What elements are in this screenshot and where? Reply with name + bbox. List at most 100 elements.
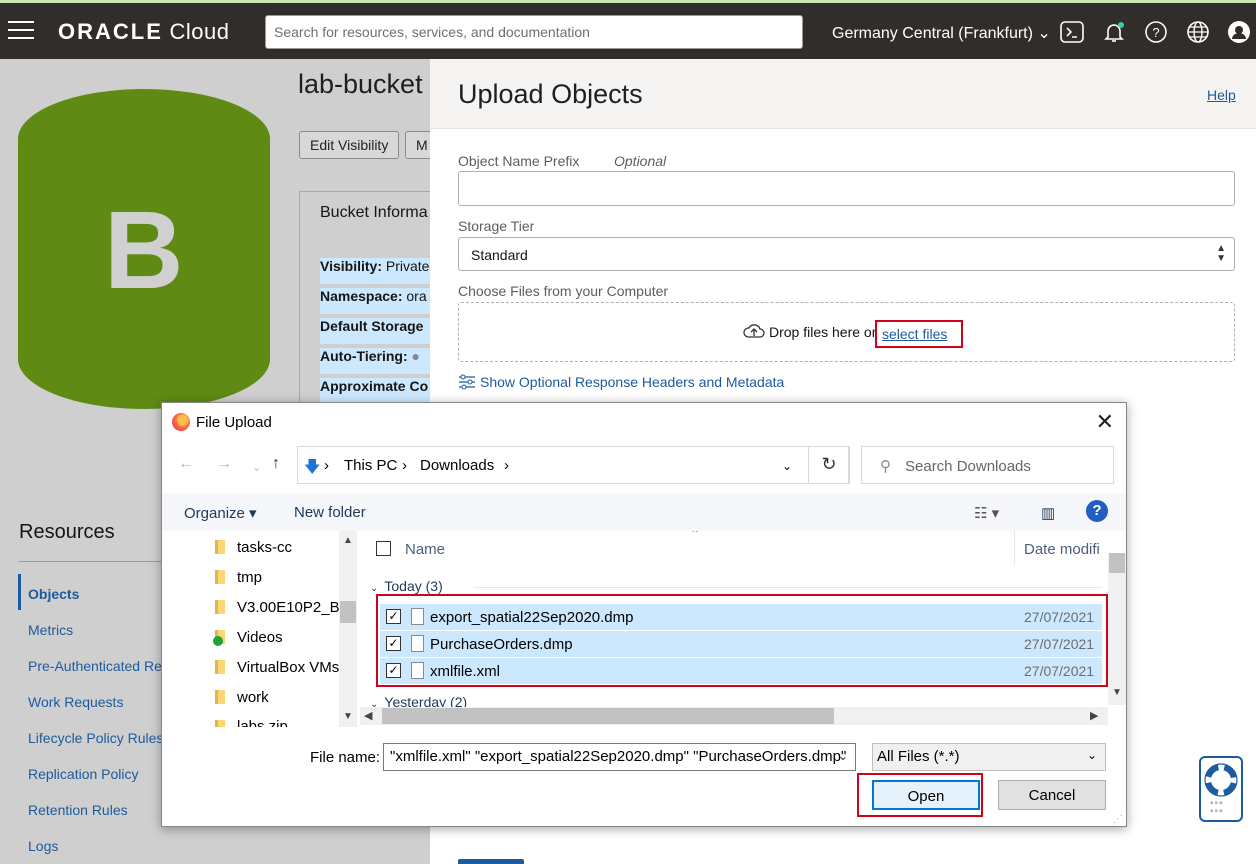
info-row-visibility: Visibility: Private [320, 258, 430, 284]
files-highlight-box [376, 594, 1108, 687]
resource-link-replication[interactable]: Replication Policy [28, 766, 139, 782]
storage-tier-label: Storage Tier [458, 218, 535, 234]
column-divider [1014, 531, 1015, 565]
resource-link-metrics[interactable]: Metrics [28, 622, 73, 638]
file-type-select[interactable]: All Files (*.*) ⌄ [872, 743, 1106, 771]
address-dropdown-icon[interactable]: ⌄ [782, 459, 792, 473]
tree-item-videos[interactable]: Videos [237, 629, 283, 646]
panel-title: Upload Objects [458, 79, 643, 109]
show-optional-headers-link[interactable]: Show Optional Response Headers and Metad… [458, 374, 784, 393]
refresh-icon[interactable]: ↻ [808, 446, 850, 484]
folder-icon [215, 660, 225, 674]
global-search-input[interactable]: Search for resources, services, and docu… [265, 15, 803, 49]
panel-upload-button-edge[interactable] [458, 859, 524, 864]
folder-icon [215, 720, 225, 727]
page-title: lab-bucket [298, 69, 423, 99]
folder-icon [215, 570, 225, 584]
resource-link-preauth[interactable]: Pre-Authenticated Re [28, 658, 162, 674]
group-today[interactable]: ⌄ Today (3) [370, 578, 443, 594]
list-horizontal-scrollbar[interactable]: ◀ ▶ [360, 707, 1108, 725]
menu-icon[interactable] [8, 21, 34, 41]
move-resource-button[interactable]: M [405, 131, 430, 159]
resource-link-work-requests[interactable]: Work Requests [28, 694, 123, 710]
preview-pane-icon[interactable]: ▥ [1041, 504, 1055, 522]
help-link[interactable]: Help [1207, 87, 1236, 103]
user-profile-icon[interactable] [1227, 20, 1251, 44]
tree-item-v3[interactable]: V3.00E10P2_Bu [237, 599, 348, 616]
dialog-title: File Upload [196, 414, 272, 431]
new-folder-button[interactable]: New folder [294, 504, 366, 521]
dropdown-chevron-icon: ⌄ [1086, 748, 1097, 762]
select-arrows-icon: ▲ ▼ [1216, 243, 1226, 264]
close-icon[interactable]: ✕ [1096, 409, 1114, 435]
cancel-button[interactable]: Cancel [998, 780, 1106, 810]
resource-link-lifecycle[interactable]: Lifecycle Policy Rules [28, 730, 163, 746]
tree-item-labs-zip[interactable]: labs.zip [237, 718, 288, 727]
resource-link-retention[interactable]: Retention Rules [28, 802, 128, 818]
grid-dots-icon: ▪▪▪ ▪▪▪ [1210, 798, 1224, 817]
object-name-prefix-input[interactable] [458, 171, 1235, 206]
forward-arrow-icon[interactable]: → [216, 455, 232, 473]
downloads-folder-icon: 🡇 [304, 459, 321, 476]
column-name[interactable]: Name [405, 541, 445, 558]
group-divider [474, 587, 1102, 588]
dialog-help-icon[interactable]: ? [1086, 500, 1108, 522]
tree-item-tasks-cc[interactable]: tasks-cc [237, 539, 292, 556]
upload-cloud-icon [743, 323, 765, 342]
tree-scrollbar[interactable]: ▲ ▼ [339, 531, 357, 727]
breadcrumb-this-pc[interactable]: This PC [344, 457, 397, 474]
notifications-bell-icon[interactable] [1102, 20, 1126, 44]
svg-text:?: ? [1152, 25, 1159, 40]
tree-item-tmp[interactable]: tmp [237, 569, 262, 586]
info-header: Bucket Informa [320, 204, 428, 221]
oracle-cloud-logo[interactable]: ORACLE Cloud [58, 19, 229, 45]
view-options-icon[interactable]: ☷ ▾ [974, 504, 999, 522]
folder-icon [215, 600, 225, 614]
list-vertical-scrollbar[interactable]: ▼ [1108, 553, 1126, 705]
address-bar[interactable]: 🡇 › This PC › Downloads › ⌄ [297, 446, 849, 484]
search-downloads-input[interactable]: ⚲ Search Downloads [861, 446, 1114, 484]
file-drop-zone[interactable]: Drop files here or select files [458, 302, 1235, 362]
folder-tree: tasks-cc tmp V3.00E10P2_Bu Videos Virtua… [163, 531, 359, 727]
resource-link-objects[interactable]: Objects [28, 586, 79, 602]
file-name-input[interactable]: "xmlfile.xml" "export_spatial22Sep2020.d… [383, 743, 856, 771]
storage-tier-select[interactable]: Standard ▲ ▼ [458, 237, 1235, 271]
up-arrow-icon[interactable]: ↑ [272, 455, 280, 473]
column-date-modified[interactable]: Date modifi [1024, 541, 1100, 558]
file-name-dropdown-icon[interactable]: ⌄ [838, 749, 848, 763]
folder-icon [215, 540, 225, 554]
sliders-icon [458, 374, 476, 393]
language-globe-icon[interactable] [1186, 20, 1210, 44]
firefox-icon [172, 413, 190, 431]
file-list: ⌃ Name Date modifi ⌄ Today (3) ✓ export_s… [360, 531, 1126, 727]
choose-files-label: Choose Files from your Computer [458, 283, 669, 299]
organize-menu[interactable]: Organize ▾ [184, 504, 257, 522]
info-row-approximate: Approximate Co [320, 378, 430, 404]
breadcrumb-downloads[interactable]: Downloads [420, 457, 494, 474]
info-row-storage: Default Storage [320, 318, 430, 344]
resize-grip-icon[interactable]: ⋰ [1113, 814, 1123, 825]
edit-visibility-button[interactable]: Edit Visibility [299, 131, 400, 159]
recent-chevron-icon[interactable]: ⌄ [252, 461, 261, 474]
lifebuoy-icon [1204, 763, 1238, 797]
cloud-shell-icon[interactable] [1060, 20, 1084, 44]
tree-item-work[interactable]: work [237, 689, 269, 706]
select-all-checkbox[interactable] [376, 541, 391, 556]
search-icon: ⚲ [880, 458, 891, 475]
select-files-link[interactable]: select files [875, 320, 963, 348]
support-widget[interactable]: ▪▪▪ ▪▪▪ [1199, 756, 1243, 822]
file-name-label: File name: [310, 749, 381, 766]
breadcrumb-separator: › [324, 457, 329, 474]
breadcrumb-separator: › [402, 457, 407, 474]
breadcrumb-separator: › [504, 457, 509, 474]
drop-files-text: Drop files here or [769, 324, 877, 340]
region-selector[interactable]: Germany Central (Frankfurt) ⌄ [832, 23, 1051, 43]
file-upload-dialog: File Upload ✕ ← → ⌄ ↑ 🡇 › This PC › Down… [161, 402, 1127, 827]
top-navigation-bar: ORACLE Cloud Search for resources, servi… [0, 0, 1256, 59]
info-row-autotiering: Auto-Tiering: ● [320, 348, 430, 374]
resource-link-logs[interactable]: Logs [28, 838, 58, 854]
back-arrow-icon[interactable]: ← [178, 455, 194, 473]
active-indicator [18, 574, 21, 610]
tree-item-virtualbox[interactable]: VirtualBox VMs [237, 659, 339, 676]
help-question-icon[interactable]: ? [1144, 20, 1168, 44]
